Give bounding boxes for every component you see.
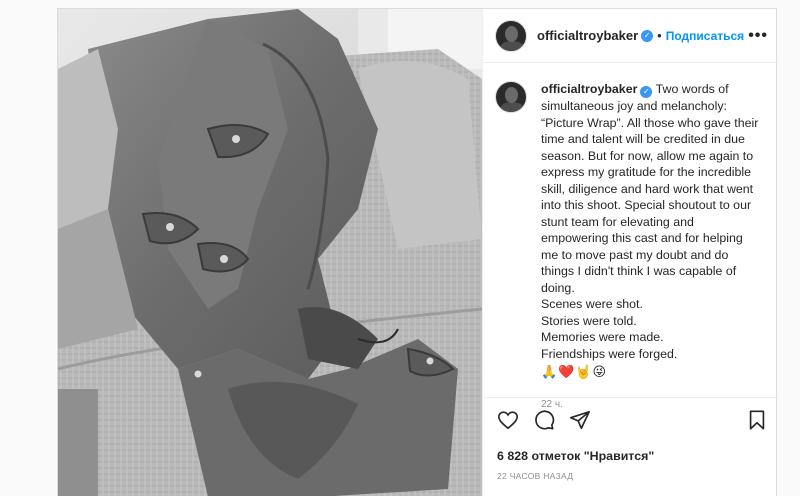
caption-line: Scenes were shot.	[541, 297, 643, 311]
caption-line: Stories were told.	[541, 313, 637, 328]
post-timestamp[interactable]: 22 ЧАСОВ НАЗАД	[497, 471, 573, 481]
header-username[interactable]: officialtroybaker	[537, 28, 638, 43]
follow-button[interactable]: Подписаться	[666, 29, 744, 43]
heart-icon[interactable]	[497, 409, 519, 431]
divider	[483, 397, 778, 398]
caption-username[interactable]: officialtroybaker	[541, 82, 637, 96]
post-photo	[58, 9, 482, 496]
verified-badge-icon: ✓	[641, 29, 654, 42]
action-bar	[497, 407, 768, 433]
avatar[interactable]	[495, 19, 527, 52]
caption-intro: Two words of simultaneous joy and melanc…	[541, 82, 759, 295]
caption-emojis: 🙏❤️🤘😜	[541, 364, 608, 379]
caption-line: Memories were made.	[541, 330, 664, 344]
likes-count[interactable]: 6 828 отметок "Нравится"	[497, 449, 654, 463]
post-image[interactable]	[58, 9, 482, 496]
post-card: officialtroybaker ✓ • Подписаться ••• of…	[57, 8, 778, 496]
separator-dot: •	[657, 28, 662, 43]
caption: officialtroybaker ✓ Two words of simultan…	[483, 63, 778, 410]
caption-avatar[interactable]	[495, 81, 527, 113]
share-icon[interactable]	[569, 409, 591, 431]
caption-text: officialtroybaker ✓ Two words of simultan…	[541, 81, 763, 410]
caption-line: Friendships were forged.	[541, 346, 678, 361]
more-options-icon[interactable]: •••	[748, 27, 768, 45]
post-sidebar: officialtroybaker ✓ • Подписаться ••• of…	[482, 9, 778, 496]
verified-badge-icon: ✓	[640, 86, 653, 98]
post-header: officialtroybaker ✓ • Подписаться •••	[483, 9, 778, 63]
comment-icon[interactable]	[533, 409, 555, 431]
bookmark-icon[interactable]	[746, 409, 768, 431]
